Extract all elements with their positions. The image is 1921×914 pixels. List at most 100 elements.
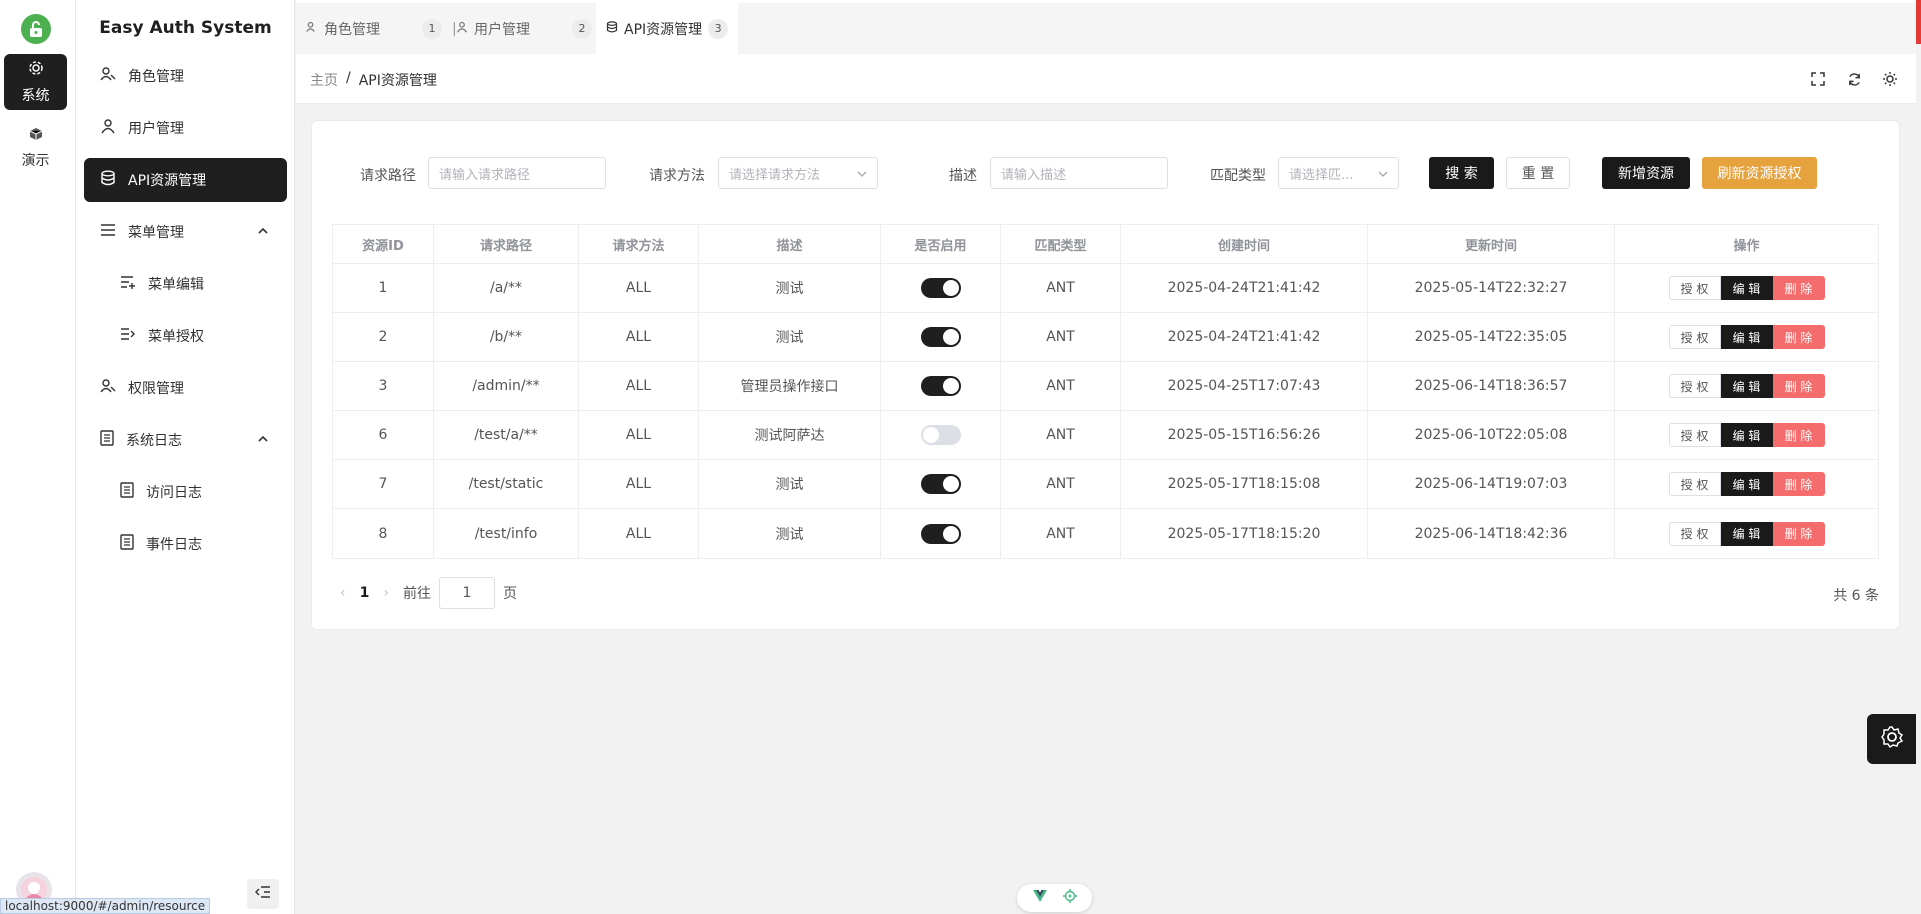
resource-table: 资源ID 请求路径 请求方法 描述 是否启用 匹配类型 创建时间 更新时间 操作… — [332, 224, 1879, 559]
grant-button[interactable]: 授 权 — [1668, 276, 1721, 300]
edit-button[interactable]: 编 辑 — [1720, 472, 1773, 496]
method-select-placeholder: 请选择请求方法 — [729, 167, 821, 183]
menu-icon — [100, 223, 116, 241]
goto-page-input[interactable]: 1 — [438, 577, 495, 609]
gear-icon — [1880, 725, 1904, 753]
cell-created: 2025-04-24T21:41:42 — [1121, 313, 1368, 361]
column-header[interactable]: 创建时间 — [1121, 225, 1368, 263]
grant-button[interactable]: 授 权 — [1668, 521, 1721, 546]
desc-filter-input[interactable]: 请输入描述 — [990, 157, 1168, 189]
column-header[interactable]: 更新时间 — [1368, 225, 1615, 263]
cell-method: ALL — [579, 509, 699, 558]
breadcrumb-home[interactable]: 主页 — [310, 70, 338, 90]
prev-page-button[interactable]: ‹ — [340, 585, 346, 601]
cell-updated: 2025-05-14T22:32:27 — [1368, 264, 1615, 312]
sidebar-item-users[interactable]: 用户管理 — [84, 106, 287, 150]
sun-theme-icon[interactable] — [1881, 70, 1899, 88]
delete-button[interactable]: 删 除 — [1772, 325, 1825, 349]
sidebar-item-api-resources[interactable]: API资源管理 — [84, 158, 287, 202]
total-count: 共 6 条 — [1833, 588, 1879, 604]
delete-button[interactable]: 删 除 — [1772, 276, 1825, 300]
search-button[interactable]: 搜 索 — [1429, 157, 1494, 189]
enabled-toggle[interactable] — [920, 376, 961, 396]
tab-users[interactable]: 用户管理 2 — [446, 3, 602, 54]
delete-button[interactable]: 删 除 — [1772, 472, 1825, 496]
cell-path: /a/** — [434, 264, 579, 312]
match-type-select[interactable]: 请选择匹... — [1278, 157, 1399, 189]
breadcrumb-bar: 主页 / API资源管理 — [296, 54, 1916, 104]
settings-gear-button[interactable] — [1867, 714, 1916, 764]
collapse-icon — [255, 886, 271, 902]
page-number[interactable]: 1 — [360, 585, 370, 601]
delete-button[interactable]: 删 除 — [1772, 374, 1825, 398]
edit-button[interactable]: 编 辑 — [1720, 521, 1773, 546]
delete-button[interactable]: 删 除 — [1772, 521, 1825, 546]
method-select[interactable]: 请选择请求方法 — [718, 157, 878, 189]
edit-button[interactable]: 编 辑 — [1720, 325, 1773, 349]
sidebar-item-menu-auth[interactable]: 菜单授权 — [84, 314, 287, 358]
scrollbar[interactable] — [1916, 44, 1921, 914]
enabled-toggle[interactable] — [920, 425, 961, 445]
goto-prefix: 前往 — [402, 586, 431, 602]
cell-actions: 授 权编 辑删 除 — [1615, 264, 1878, 312]
column-header[interactable]: 请求路径 — [434, 225, 579, 263]
refresh-icon[interactable] — [1845, 70, 1863, 88]
sidebar-item-menu[interactable]: 菜单管理 — [84, 210, 287, 254]
tab-roles[interactable]: 角色管理 1 | — [296, 3, 467, 54]
devtools-pill[interactable] — [1017, 884, 1092, 912]
grant-button[interactable]: 授 权 — [1668, 374, 1721, 398]
sidebar-item-label: 系统日志 — [126, 433, 182, 449]
sidebar-item-permissions[interactable]: 权限管理 — [84, 366, 287, 410]
column-header[interactable]: 是否启用 — [881, 225, 1001, 263]
rail-item-demo[interactable]: 演示 — [4, 120, 67, 176]
column-header[interactable]: 匹配类型 — [1001, 225, 1121, 263]
delete-button[interactable]: 删 除 — [1772, 423, 1825, 447]
sidebar-item-roles[interactable]: 角色管理 — [84, 54, 287, 98]
edit-button[interactable]: 编 辑 — [1720, 276, 1773, 300]
enabled-toggle[interactable] — [920, 474, 961, 494]
document-icon — [120, 482, 134, 502]
gear-icon — [28, 60, 44, 80]
chevron-down-icon — [857, 168, 867, 183]
cell-actions: 授 权编 辑删 除 — [1615, 313, 1878, 361]
cell-updated: 2025-06-14T18:42:36 — [1368, 509, 1615, 558]
tab-api-resources[interactable]: API资源管理 3 — [596, 3, 739, 54]
grant-button[interactable]: 授 权 — [1668, 325, 1721, 349]
sidebar-item-event-logs[interactable]: 事件日志 — [84, 522, 287, 566]
sidebar-item-menu-edit[interactable]: 菜单编辑 — [84, 262, 287, 306]
column-header[interactable]: 描述 — [699, 225, 881, 263]
enabled-toggle[interactable] — [920, 523, 961, 544]
grant-button[interactable]: 授 权 — [1668, 423, 1721, 447]
document-icon — [100, 430, 114, 450]
lock-logo-icon[interactable] — [21, 14, 51, 44]
menu-auth-icon — [120, 327, 136, 345]
sidebar-item-system-logs[interactable]: 系统日志 — [84, 418, 287, 462]
cell-method: ALL — [579, 264, 699, 312]
collapse-sidebar-button[interactable] — [247, 879, 279, 909]
enabled-toggle[interactable] — [920, 278, 961, 298]
cell-enabled — [881, 460, 1001, 508]
path-filter-input[interactable]: 请输入请求路径 — [428, 157, 606, 189]
reset-button[interactable]: 重 置 — [1506, 157, 1570, 189]
column-header[interactable]: 请求方法 — [579, 225, 699, 263]
tab-label: 用户管理 — [474, 21, 530, 38]
grant-button[interactable]: 授 权 — [1668, 472, 1721, 496]
edit-button[interactable]: 编 辑 — [1720, 423, 1773, 447]
column-header: 操作 — [1733, 238, 1760, 254]
add-resource-button[interactable]: 新增资源 — [1602, 157, 1690, 189]
next-page-button[interactable]: › — [383, 585, 389, 601]
table-header-row: 资源ID 请求路径 请求方法 描述 是否启用 匹配类型 创建时间 更新时间 操作 — [333, 225, 1878, 264]
sidebar-item-access-logs[interactable]: 访问日志 — [84, 470, 287, 514]
column-header[interactable]: 资源ID — [333, 225, 434, 263]
rail-item-system[interactable]: 系统 — [4, 54, 67, 110]
fullscreen-icon[interactable] — [1809, 70, 1827, 88]
edit-button[interactable]: 编 辑 — [1720, 374, 1773, 398]
inspect-target-icon — [1062, 889, 1077, 907]
cell-match: ANT — [1001, 362, 1121, 410]
vue-logo-icon — [1032, 890, 1047, 906]
tab-label: API资源管理 — [624, 21, 703, 38]
table-row: 8 /test/info ALL 测试 ANT 2025-05-17T18:15… — [333, 509, 1878, 558]
rail-item-label: 系统 — [21, 87, 50, 104]
enabled-toggle[interactable] — [920, 327, 961, 347]
refresh-resource-auth-button[interactable]: 刷新资源授权 — [1702, 157, 1817, 189]
